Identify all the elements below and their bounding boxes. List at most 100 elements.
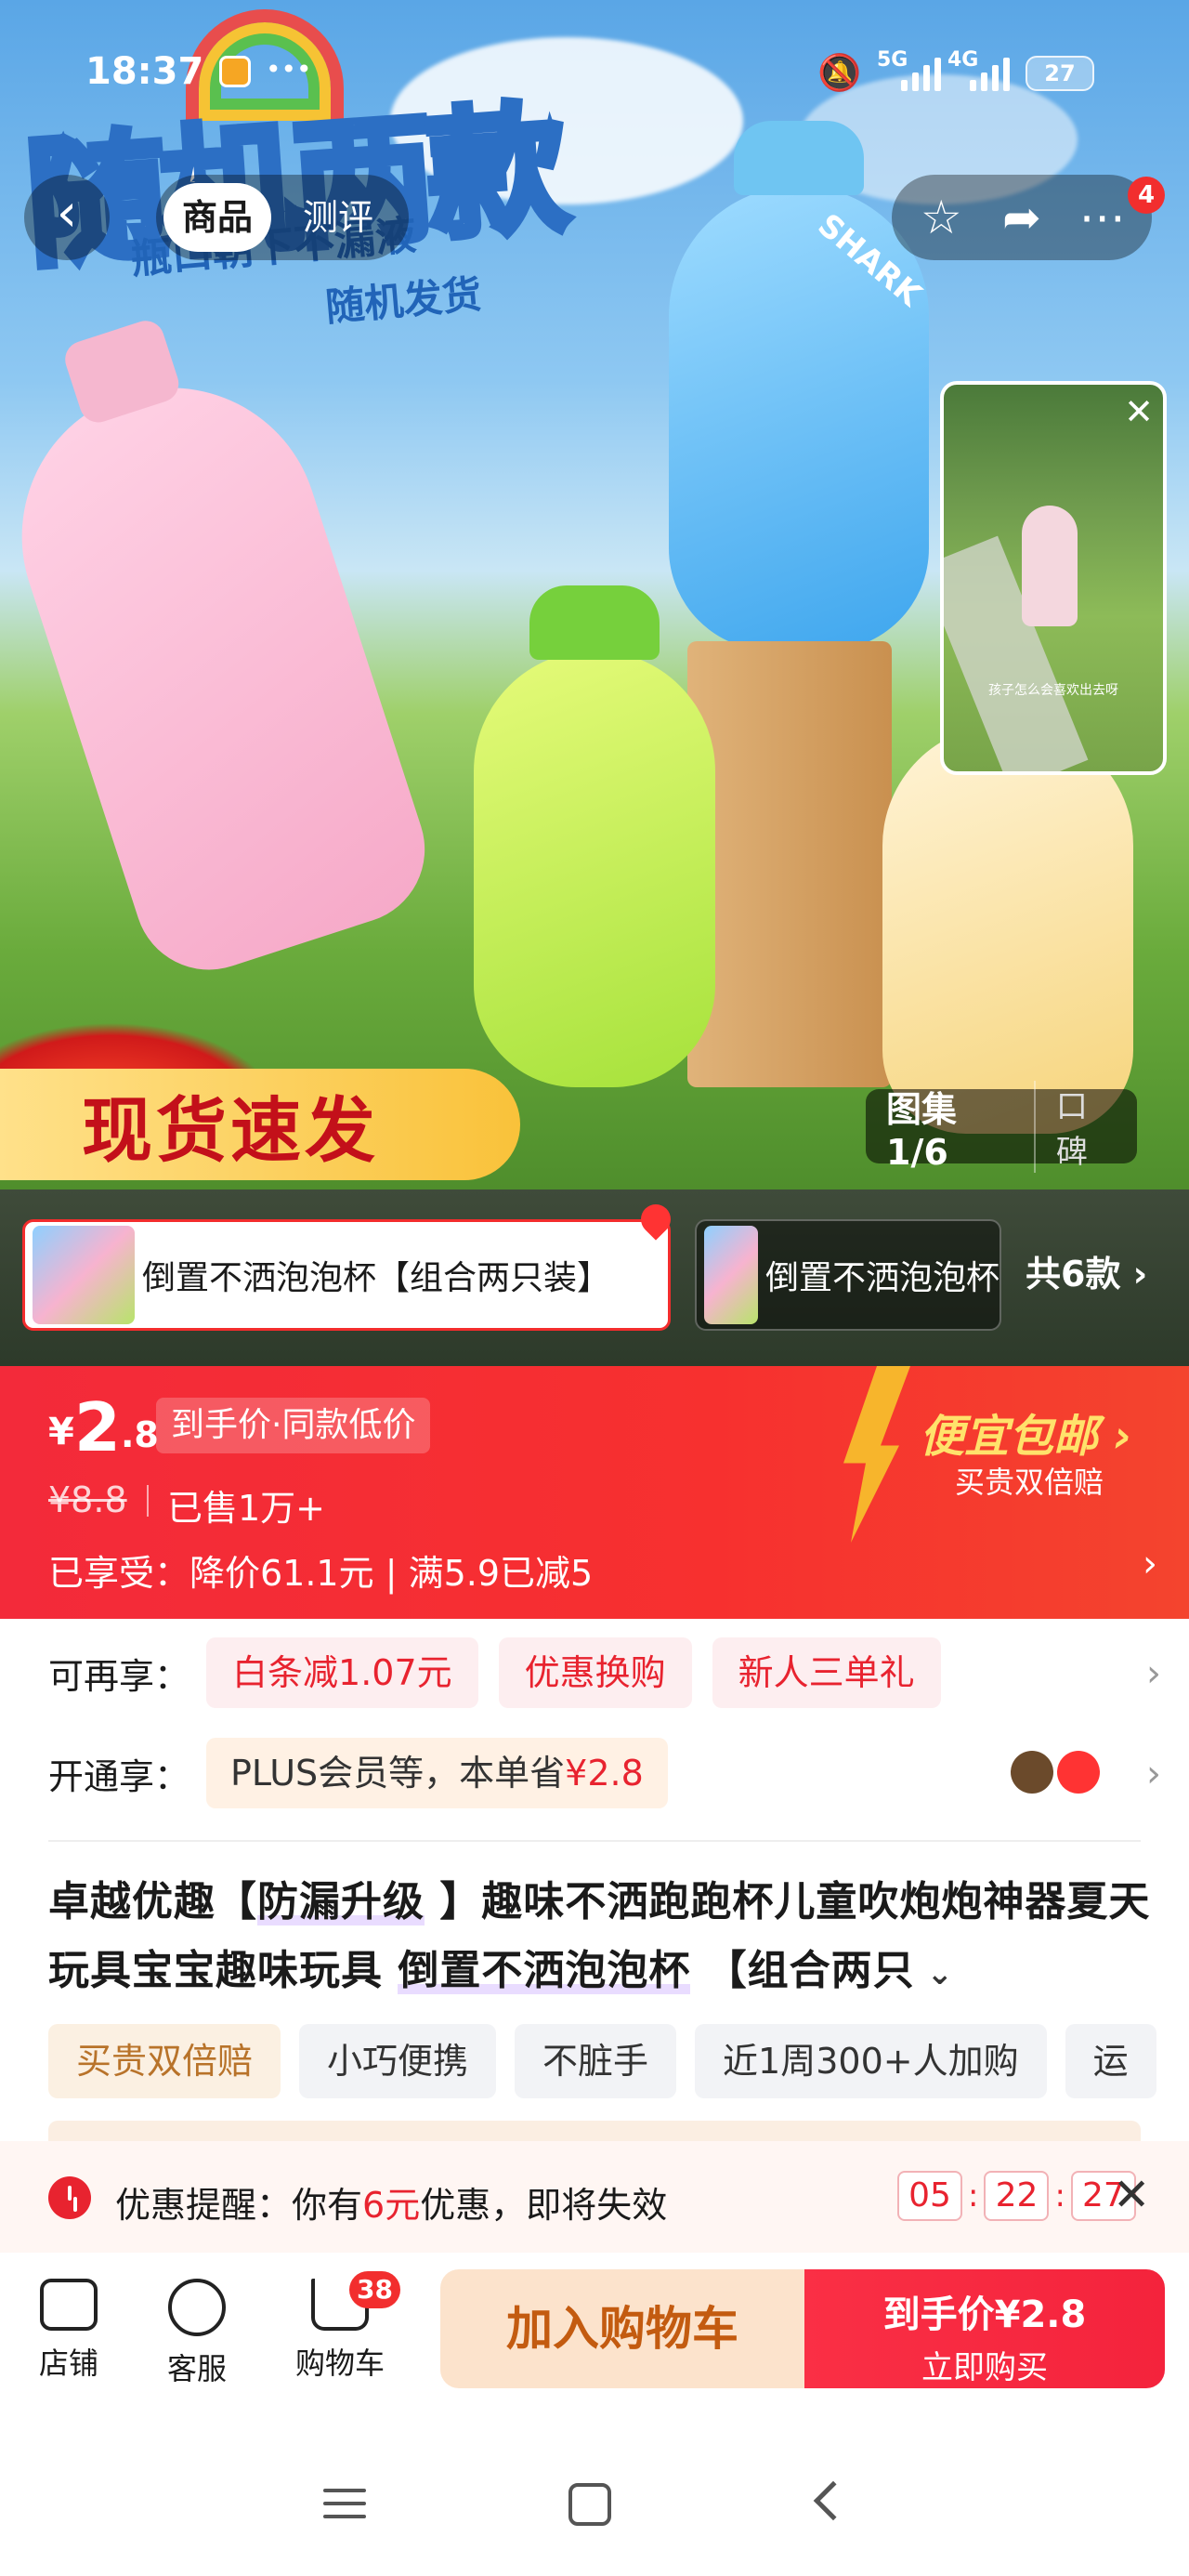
- variant-label: 倒置不洒泡泡杯【组合两只装】: [142, 1259, 611, 1297]
- cart-button[interactable]: 购物车 38: [284, 2271, 400, 2383]
- store-icon: [40, 2279, 98, 2331]
- original-price: ¥8.8: [48, 1479, 127, 1520]
- tag[interactable]: 运: [1065, 2024, 1156, 2098]
- mute-icon: 🔕: [817, 52, 862, 93]
- price-currency: ¥: [48, 1411, 74, 1453]
- battery-icon: 27: [1026, 56, 1094, 91]
- tab-review[interactable]: 测评: [284, 183, 392, 252]
- floating-video[interactable]: ✕ 孩子怎么会喜欢出去呀: [940, 381, 1167, 775]
- top-actions: ☆ ➦ ⋯: [892, 175, 1152, 260]
- lightning-icon: [843, 1366, 910, 1543]
- variant-option[interactable]: 倒置不洒泡泡杯: [695, 1219, 1001, 1331]
- status-time: 18:37: [85, 50, 204, 93]
- giraffe-bottle: [882, 725, 1133, 1134]
- membership-label: 开通享：: [48, 1755, 190, 1797]
- share-icon[interactable]: ➦: [985, 191, 1059, 244]
- tag[interactable]: 买贵双倍赔: [48, 2024, 281, 2098]
- customer-service-button[interactable]: 客服: [141, 2279, 253, 2388]
- recent-apps-icon[interactable]: [323, 2489, 366, 2528]
- promo-text: 现货速发: [82, 1089, 379, 1172]
- video-caption: 孩子怎么会喜欢出去呀: [988, 683, 1118, 698]
- chevron-right-icon[interactable]: ›: [1146, 1652, 1161, 1695]
- variant-count-link[interactable]: 共6款 ›: [1026, 1245, 1147, 1296]
- discount-summary[interactable]: 已享受：降价61.1元 | 满5.9已减5: [48, 1544, 593, 1596]
- app-notification-icon: [219, 56, 251, 87]
- message-badge: 4: [1128, 177, 1165, 214]
- divider: [48, 1840, 1141, 1842]
- close-icon[interactable]: ✕: [1113, 2169, 1150, 2221]
- crown-icon: [1011, 1751, 1053, 1794]
- pink-cat-bottle: [0, 316, 444, 990]
- variant-thumbnail: [33, 1226, 135, 1324]
- divider: [147, 1485, 149, 1517]
- chevron-right-icon[interactable]: ›: [1143, 1543, 1157, 1585]
- gallery-pill[interactable]: 图集1/6 口碑: [866, 1080, 1137, 1173]
- timer-hours: 05: [897, 2171, 962, 2221]
- membership-row[interactable]: 开通享： PLUS会员等，本单省¥2.8: [48, 1738, 688, 1808]
- chevron-down-icon[interactable]: ⌄: [915, 1955, 954, 1992]
- bottom-action-bar: 店铺 客服 购物车 38 加入购物车 到手价¥2.8 立即购买: [0, 2253, 1189, 2411]
- reviews-link[interactable]: 口碑: [1036, 1081, 1137, 1172]
- more-dots-icon: •••: [266, 54, 312, 85]
- coupon-reminder-bar[interactable]: 优惠提醒：你有6元优惠，即将失效 05 : 22 : 27 ✕: [0, 2141, 1189, 2253]
- wood-blocks: [687, 641, 892, 1087]
- variant-thumbnail: [704, 1226, 758, 1324]
- service-label: 客服: [166, 2351, 227, 2386]
- status-bar: 18:37 ••• 🔕 5G 4G 27: [0, 0, 1189, 149]
- clock-icon: [48, 2176, 91, 2219]
- price-guarantee: 买贵双倍赔: [955, 1465, 1104, 1500]
- variant-count: 共6款: [1026, 1254, 1121, 1295]
- buy-label: 立即购买: [921, 2349, 1048, 2386]
- store-button[interactable]: 店铺: [13, 2279, 124, 2383]
- variant-label: 倒置不洒泡泡杯: [764, 1259, 1000, 1297]
- buy-price: 到手价¥2.8: [882, 2293, 1087, 2336]
- chevron-right-icon[interactable]: ›: [1146, 1753, 1161, 1795]
- cart-count-badge: 38: [349, 2271, 400, 2308]
- plus-member-chip[interactable]: PLUS会员等，本单省¥2.8: [206, 1738, 668, 1808]
- signal-icon-2: [970, 56, 1010, 91]
- smile-icon: [168, 2279, 226, 2336]
- signal-icon: [901, 56, 941, 91]
- home-icon[interactable]: [568, 2483, 611, 2526]
- tag[interactable]: 小巧便携: [299, 2024, 497, 2098]
- timer-minutes: 22: [984, 2171, 1050, 2221]
- more-offers-row[interactable]: 可再享： 白条减1.07元 优惠换购 新人三单礼: [48, 1637, 961, 1708]
- cart-label: 购物车: [294, 2346, 385, 2381]
- offer-chip[interactable]: 新人三单礼: [712, 1637, 941, 1708]
- card-icon: [1057, 1751, 1100, 1794]
- system-navigation: [0, 2411, 1189, 2576]
- back-button[interactable]: ‹: [24, 175, 110, 260]
- reminder-text: 优惠提醒：你有6元优惠，即将失效: [115, 2185, 668, 2226]
- buy-now-button[interactable]: 到手价¥2.8 立即购买: [804, 2269, 1165, 2388]
- favorite-star-icon[interactable]: ☆: [904, 191, 978, 244]
- price-decimal: .8: [120, 1414, 159, 1455]
- store-label: 店铺: [38, 2346, 98, 2381]
- free-shipping-label[interactable]: 便宜包邮 ›: [920, 1400, 1132, 1465]
- back-icon[interactable]: [813, 2480, 854, 2521]
- chevron-left-icon: ‹: [56, 183, 78, 243]
- close-icon[interactable]: ✕: [1124, 394, 1154, 429]
- countdown-timer: 05 : 22 : 27: [897, 2171, 1136, 2221]
- promo-banner: 现货速发: [0, 1069, 520, 1180]
- current-price: ¥ 2 .8: [48, 1390, 159, 1465]
- price-banner: ¥ 2 .8 到手价·同款低价 ¥8.8 已售1万+ 已享受：降价61.1元 |…: [0, 1366, 1189, 1619]
- tag[interactable]: 近1周300+人加购: [695, 2024, 1047, 2098]
- top-tabs: 商品 测评: [156, 175, 409, 260]
- variant-option-selected[interactable]: 倒置不洒泡泡杯【组合两只装】: [22, 1219, 671, 1331]
- add-to-cart-button[interactable]: 加入购物车: [440, 2269, 804, 2388]
- product-page: 随机两款 瓶口朝下不漏液 随机发货 SHARK 现货速发 图集1/6 口碑 18…: [0, 0, 1189, 2576]
- tab-product[interactable]: 商品: [163, 183, 272, 252]
- sold-count: 已售1万+: [167, 1488, 326, 1529]
- offer-chip[interactable]: 优惠换购: [498, 1637, 692, 1708]
- blue-shark-bottle: SHARK: [669, 121, 929, 651]
- tag[interactable]: 不脏手: [515, 2024, 677, 2098]
- feature-tags: 买贵双倍赔 小巧便携 不脏手 近1周300+人加购 运: [48, 2024, 1175, 2098]
- product-title[interactable]: 卓越优趣【防漏升级 】趣味不洒跑跑杯儿童吹炮炮神器夏天玩具宝宝趣味玩具 倒置不洒…: [48, 1868, 1159, 2008]
- price-integer: 2: [73, 1388, 121, 1466]
- video-child: [1022, 506, 1078, 626]
- green-dino-bottle: [474, 585, 715, 1087]
- variant-selector: 倒置不洒泡泡杯【组合两只装】 倒置不洒泡泡杯 共6款 ›: [0, 1189, 1189, 1366]
- offer-chip[interactable]: 白条减1.07元: [206, 1637, 478, 1708]
- gallery-counter[interactable]: 图集1/6: [866, 1080, 1036, 1173]
- more-offers-label: 可再享：: [48, 1655, 190, 1697]
